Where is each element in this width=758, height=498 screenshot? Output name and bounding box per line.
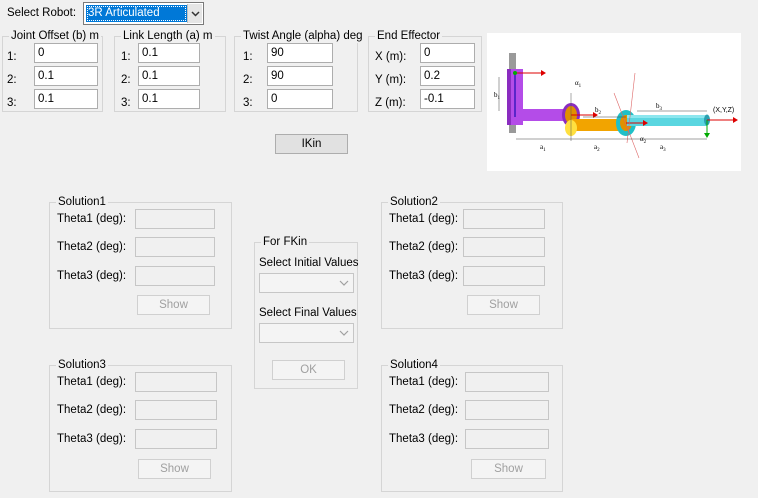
solution1-theta1-label: Theta1 (deg): — [57, 213, 127, 225]
solution4-theta1-field — [465, 372, 549, 392]
solution4-theta2-label: Theta2 (deg): — [389, 404, 459, 416]
twist-angle-input-3[interactable]: 0 — [267, 89, 333, 109]
robot-select[interactable]: 3R Articulated — [83, 2, 204, 25]
solution2-theta1-field — [463, 209, 545, 229]
solution2-title: Solution2 — [388, 195, 440, 209]
ikin-button[interactable]: IKin — [275, 134, 348, 154]
link-length-title: Link Length (a) m — [121, 29, 215, 43]
solution2-theta1-label: Theta1 (deg): — [389, 213, 459, 225]
solution3-show-button[interactable]: Show — [138, 459, 211, 479]
twist-angle-label-2: 2: — [243, 74, 253, 86]
robot-diagram: b1 a1 a2 a3 b2 b3 α1 α2 (X,Y,Z) — [487, 33, 741, 171]
chevron-down-icon — [338, 327, 350, 339]
end-effector-label-x: X (m): — [375, 51, 407, 63]
fkin-title: For FKin — [261, 235, 310, 249]
solution3-theta1-field — [135, 372, 217, 392]
solution4-title: Solution4 — [388, 358, 440, 372]
solution2-theta2-field — [463, 237, 545, 257]
link-length-input-3[interactable]: 0.1 — [138, 89, 200, 109]
solution2-theta3-label: Theta3 (deg): — [389, 270, 459, 282]
joint-offset-label-1: 1: — [7, 51, 17, 63]
solution4-theta1-label: Theta1 (deg): — [389, 376, 459, 388]
twist-angle-title: Twist Angle (alpha) deg — [241, 29, 365, 43]
solution3-theta3-field — [135, 429, 217, 449]
label-a2: a2 — [594, 143, 600, 153]
joint-offset-input-2[interactable]: 0.1 — [34, 66, 98, 86]
label-xyz: (X,Y,Z) — [713, 107, 734, 114]
link-length-input-1[interactable]: 0.1 — [138, 43, 200, 63]
fkin-final-label: Select Final Values — [259, 307, 357, 319]
end-effector-input-y[interactable]: 0.2 — [420, 66, 475, 86]
label-alpha1: α1 — [575, 79, 582, 89]
twist-angle-input-2[interactable]: 90 — [267, 66, 333, 86]
twist-angle-label-1: 1: — [243, 51, 253, 63]
solution4-theta3-field — [465, 429, 549, 449]
robot-select-value: 3R Articulated — [86, 5, 187, 22]
joint-offset-title: Joint Offset (b) m — [9, 29, 101, 43]
solution1-theta2-label: Theta2 (deg): — [57, 241, 127, 253]
select-robot-label: Select Robot: — [7, 7, 77, 19]
joint-offset-input-3[interactable]: 0.1 — [34, 89, 98, 109]
solution1-show-button[interactable]: Show — [137, 295, 210, 315]
fkin-ok-button[interactable]: OK — [272, 360, 345, 380]
solution4-show-button[interactable]: Show — [471, 459, 546, 479]
solution3-title: Solution3 — [56, 358, 108, 372]
solution3-theta3-label: Theta3 (deg): — [57, 433, 127, 445]
solution1-theta3-label: Theta3 (deg): — [57, 270, 127, 282]
solution1-theta3-field — [135, 266, 215, 286]
solution3-theta1-label: Theta1 (deg): — [57, 376, 127, 388]
fkin-final-select[interactable] — [259, 323, 354, 343]
end-effector-label-y: Y (m): — [375, 74, 407, 86]
link-length-label-3: 3: — [121, 97, 131, 109]
end-effector-input-z[interactable]: -0.1 — [420, 89, 475, 109]
end-effector-title: End Effector — [375, 29, 443, 43]
link-length-label-1: 1: — [121, 51, 131, 63]
solution3-theta2-label: Theta2 (deg): — [57, 404, 127, 416]
link-length-input-2[interactable]: 0.1 — [138, 66, 200, 86]
solution2-show-button[interactable]: Show — [467, 295, 540, 315]
joint-offset-label-3: 3: — [7, 97, 17, 109]
chevron-down-icon — [338, 277, 350, 289]
label-a3: a3 — [660, 143, 666, 153]
twist-angle-label-3: 3: — [243, 97, 253, 109]
joint-offset-input-1[interactable]: 0 — [34, 43, 98, 63]
solution1-title: Solution1 — [56, 195, 108, 209]
solution2-theta3-field — [463, 266, 545, 286]
end-effector-label-z: Z (m): — [375, 97, 406, 109]
solution4-theta3-label: Theta3 (deg): — [389, 433, 459, 445]
fkin-initial-label: Select Initial Values — [259, 257, 359, 269]
link-length-label-2: 2: — [121, 74, 131, 86]
label-b1: b1 — [494, 91, 501, 101]
link1-horizontal — [517, 109, 569, 121]
label-alpha2: α2 — [640, 135, 647, 145]
twist-angle-input-1[interactable]: 90 — [267, 43, 333, 63]
solution1-theta1-field — [135, 209, 215, 229]
chevron-down-icon[interactable] — [187, 4, 202, 23]
label-a1: a1 — [540, 143, 546, 153]
end-effector-input-x[interactable]: 0 — [420, 43, 475, 63]
joint-offset-label-2: 2: — [7, 74, 17, 86]
solution1-theta2-field — [135, 237, 215, 257]
fkin-initial-select[interactable] — [259, 273, 354, 293]
solution3-theta2-field — [135, 400, 217, 420]
solution4-theta2-field — [465, 400, 549, 420]
solution2-theta2-label: Theta2 (deg): — [389, 241, 459, 253]
label-b3: b3 — [656, 102, 663, 112]
